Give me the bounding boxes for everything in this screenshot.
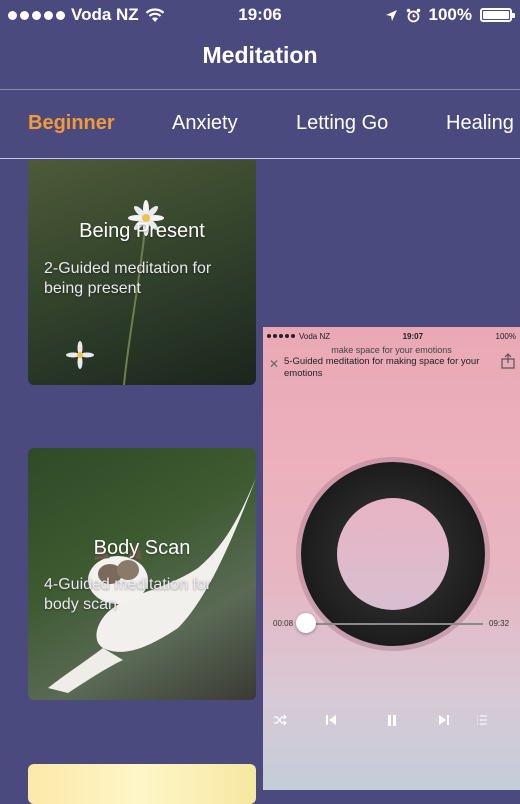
card-description: 4-Guided meditation for body scan xyxy=(44,576,212,613)
card-body-scan[interactable]: Body Scan 4-Guided meditation for body s… xyxy=(28,448,256,700)
card-next-session[interactable] xyxy=(28,764,256,804)
signal-strength-icon xyxy=(8,10,65,20)
battery-icon xyxy=(480,8,515,22)
player-status-time: 19:07 xyxy=(402,331,424,341)
status-bar-left: Voda NZ xyxy=(0,5,165,25)
total-time: 09:32 xyxy=(489,619,510,628)
share-icon[interactable] xyxy=(501,353,515,369)
player-battery-percent: 100% xyxy=(495,331,516,341)
playlist-icon[interactable] xyxy=(474,712,490,728)
tab-beginner[interactable]: Beginner xyxy=(28,112,115,135)
close-icon[interactable]: ✕ xyxy=(269,357,279,371)
card-description: 2-Guided meditation for being present xyxy=(44,260,212,297)
player-subtitle: make space for your emotions xyxy=(331,345,452,355)
location-arrow-icon xyxy=(385,9,397,21)
category-tabs: Beginner Anxiety Letting Go Healing xyxy=(0,112,520,138)
previous-icon[interactable] xyxy=(323,712,339,728)
alarm-clock-icon xyxy=(406,8,420,22)
tab-letting-go[interactable]: Letting Go xyxy=(296,112,388,135)
status-bar-right: 100% xyxy=(385,5,520,25)
player-screen: Voda NZ 19:07 100% make space for your e… xyxy=(263,327,520,790)
player-title: 5-Guided meditation for making space for… xyxy=(284,356,480,379)
card-title: Being Present xyxy=(79,220,205,242)
next-icon[interactable] xyxy=(436,712,452,728)
battery-percent: 100% xyxy=(428,5,472,24)
shuffle-icon[interactable] xyxy=(272,712,288,728)
tab-healing[interactable]: Healing xyxy=(446,112,514,135)
progress-track[interactable] xyxy=(303,623,483,625)
disc-center xyxy=(337,498,449,610)
carrier-label: Voda NZ xyxy=(71,5,139,24)
tabs-divider xyxy=(0,158,520,159)
stretching-cat-image xyxy=(48,478,256,693)
player-carrier-label: Voda NZ xyxy=(299,331,331,341)
page-title: Meditation xyxy=(202,42,318,68)
card-being-present[interactable]: Being Present 2-Guided meditation for be… xyxy=(28,160,256,385)
header-divider xyxy=(0,89,520,90)
tab-anxiety[interactable]: Anxiety xyxy=(172,112,238,135)
current-time: 00:08 xyxy=(273,619,294,628)
progress-handle[interactable] xyxy=(295,613,316,633)
card-title: Body Scan xyxy=(93,537,191,559)
pause-icon[interactable] xyxy=(384,712,400,728)
status-bar: Voda NZ 19:06 100% xyxy=(0,0,520,30)
player-status-left: Voda NZ xyxy=(267,332,330,341)
wifi-icon xyxy=(145,7,164,22)
player-status-bar: Voda NZ 19:07 100% xyxy=(263,329,520,343)
